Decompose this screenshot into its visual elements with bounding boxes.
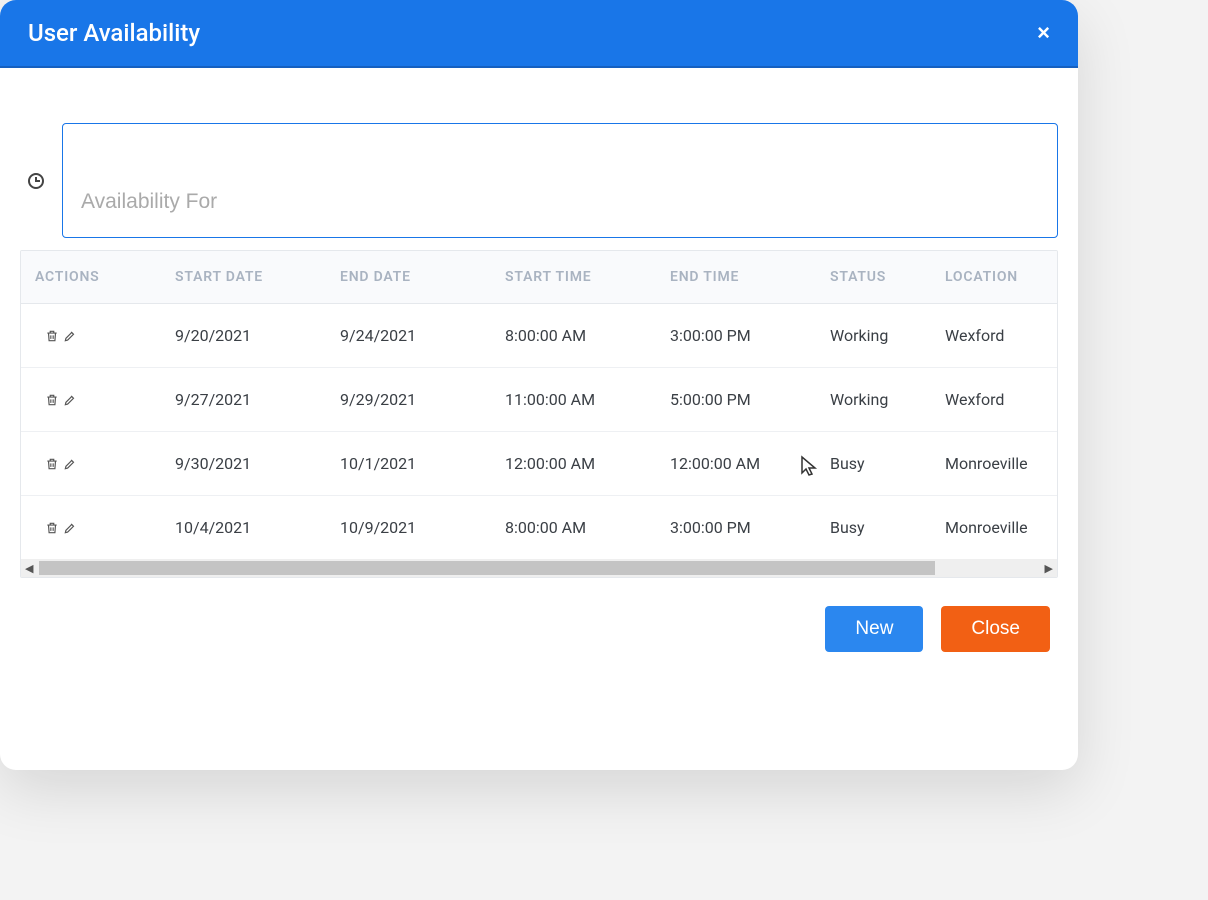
filter-row [20,123,1058,238]
col-header-end-time: END TIME [656,251,816,304]
cell-start-date: 10/4/2021 [161,496,326,560]
edit-icon[interactable] [63,393,77,407]
col-header-status: STATUS [816,251,931,304]
cell-start-date: 9/20/2021 [161,304,326,368]
col-header-actions: ACTIONS [21,251,161,304]
scroll-right-arrow-icon[interactable]: ▶ [1045,562,1053,575]
clock-icon [28,173,44,189]
user-availability-modal: User Availability × ACTIONS START DATE E… [0,0,1078,770]
button-row: New Close [20,606,1058,652]
availability-table: ACTIONS START DATE END DATE START TIME E… [21,251,1058,559]
close-button[interactable]: Close [941,606,1050,652]
row-actions [35,393,147,407]
cell-start-time: 12:00:00 AM [491,432,656,496]
cell-start-time: 11:00:00 AM [491,368,656,432]
cell-location: Monroeville [931,432,1058,496]
cell-start-date: 9/30/2021 [161,432,326,496]
cell-end-time: 3:00:00 PM [656,496,816,560]
cell-end-date: 10/1/2021 [326,432,491,496]
table-row: 10/4/202110/9/20218:00:00 AM3:00:00 PMBu… [21,496,1058,560]
cell-status: Busy [816,432,931,496]
table-row: 9/20/20219/24/20218:00:00 AM3:00:00 PMWo… [21,304,1058,368]
cell-status: Working [816,304,931,368]
delete-icon[interactable] [45,329,59,343]
cell-start-time: 8:00:00 AM [491,304,656,368]
horizontal-scrollbar[interactable]: ◀ ▶ [21,559,1057,577]
cell-location: Wexford [931,304,1058,368]
cell-location: Monroeville [931,496,1058,560]
col-header-end-date: END DATE [326,251,491,304]
modal-body: ACTIONS START DATE END DATE START TIME E… [0,68,1078,672]
cell-end-date: 9/24/2021 [326,304,491,368]
edit-icon[interactable] [63,521,77,535]
row-actions [35,329,147,343]
col-header-start-date: START DATE [161,251,326,304]
delete-icon[interactable] [45,521,59,535]
delete-icon[interactable] [45,457,59,471]
row-actions [35,457,147,471]
table-row: 9/30/202110/1/202112:00:00 AM12:00:00 AM… [21,432,1058,496]
availability-for-input[interactable] [62,123,1058,238]
edit-icon[interactable] [63,329,77,343]
cell-start-date: 9/27/2021 [161,368,326,432]
close-icon[interactable]: × [1037,22,1050,44]
scroll-thumb[interactable] [39,561,934,575]
cell-status: Working [816,368,931,432]
delete-icon[interactable] [45,393,59,407]
edit-icon[interactable] [63,457,77,471]
cell-end-date: 9/29/2021 [326,368,491,432]
cell-end-time: 5:00:00 PM [656,368,816,432]
cell-end-time: 12:00:00 AM [656,432,816,496]
cell-end-date: 10/9/2021 [326,496,491,560]
scroll-left-arrow-icon[interactable]: ◀ [25,562,33,575]
modal-header: User Availability × [0,0,1078,68]
cell-start-time: 8:00:00 AM [491,496,656,560]
cell-status: Busy [816,496,931,560]
new-button[interactable]: New [825,606,923,652]
col-header-location: LOCATION [931,251,1058,304]
col-header-start-time: START TIME [491,251,656,304]
availability-table-wrap: ACTIONS START DATE END DATE START TIME E… [20,250,1058,578]
modal-title: User Availability [28,19,200,47]
cell-location: Wexford [931,368,1058,432]
cell-end-time: 3:00:00 PM [656,304,816,368]
row-actions [35,521,147,535]
table-row: 9/27/20219/29/202111:00:00 AM5:00:00 PMW… [21,368,1058,432]
